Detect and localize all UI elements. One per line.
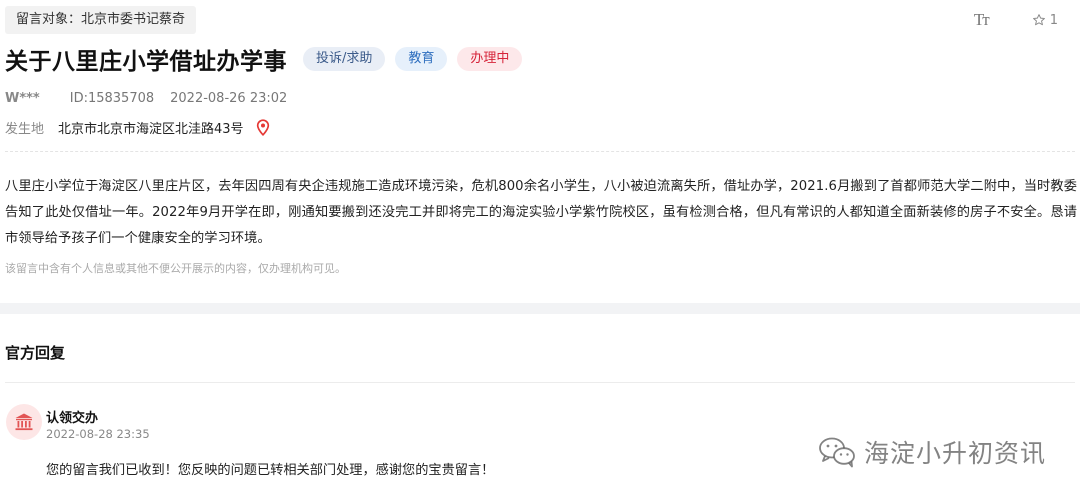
field-tag: 教育	[395, 47, 448, 71]
title-row: 关于八里庄小学借址办学事 投诉/求助 教育 办理中	[5, 42, 523, 76]
watermark: 海淀小升初资讯	[818, 434, 1046, 470]
privacy-note: 该留言中含有个人信息或其他不便公开展示的内容，仅办理机构可见。	[5, 262, 346, 275]
official-reply-heading: 官方回复	[5, 344, 66, 362]
section-separator	[0, 303, 1080, 314]
status-badge: 办理中	[457, 47, 523, 71]
toolbar: Tт 1	[974, 10, 1058, 30]
wechat-icon	[819, 437, 855, 468]
reply-text: 您的留言我们已收到！您反映的问题已转相关部门处理，感谢您的宝贵留言！	[46, 463, 495, 478]
message-target-chip: 留言对象：北京市委书记蔡奇	[5, 6, 197, 34]
star-outline-icon	[1032, 14, 1045, 26]
category-tag: 投诉/求助	[303, 47, 386, 71]
reply-time: 2022-08-28 23:35	[46, 427, 150, 441]
avatar	[6, 404, 42, 440]
author-name: W***	[5, 91, 40, 106]
location-row: 发生地 北京市北京市海淀区北洼路43号	[5, 118, 270, 137]
divider	[5, 382, 1075, 383]
font-size-icon[interactable]: Tт	[974, 10, 990, 30]
message-title: 关于八里庄小学借址办学事	[5, 49, 287, 75]
government-building-icon	[15, 413, 33, 431]
message-content: 八里庄小学位于海淀区八里庄片区，去年因四周有央企违规施工造成环境污染，危机800…	[5, 179, 1077, 246]
watermark-text: 海淀小升初资讯	[863, 439, 1046, 468]
meta-row: W*** ID:15835708 2022-08-26 23:02	[5, 91, 287, 106]
reply-author: 认领交办	[46, 411, 99, 426]
favorite-count: 1	[1049, 12, 1058, 28]
message-id: ID:15835708	[69, 91, 155, 106]
location-value: 北京市北京市海淀区北洼路43号	[58, 122, 244, 137]
favorite-button[interactable]: 1	[1032, 13, 1058, 28]
message-datetime: 2022-08-26 23:02	[170, 91, 288, 106]
divider	[5, 151, 1075, 152]
location-label: 发生地	[5, 122, 45, 137]
map-pin-icon[interactable]	[256, 119, 270, 136]
